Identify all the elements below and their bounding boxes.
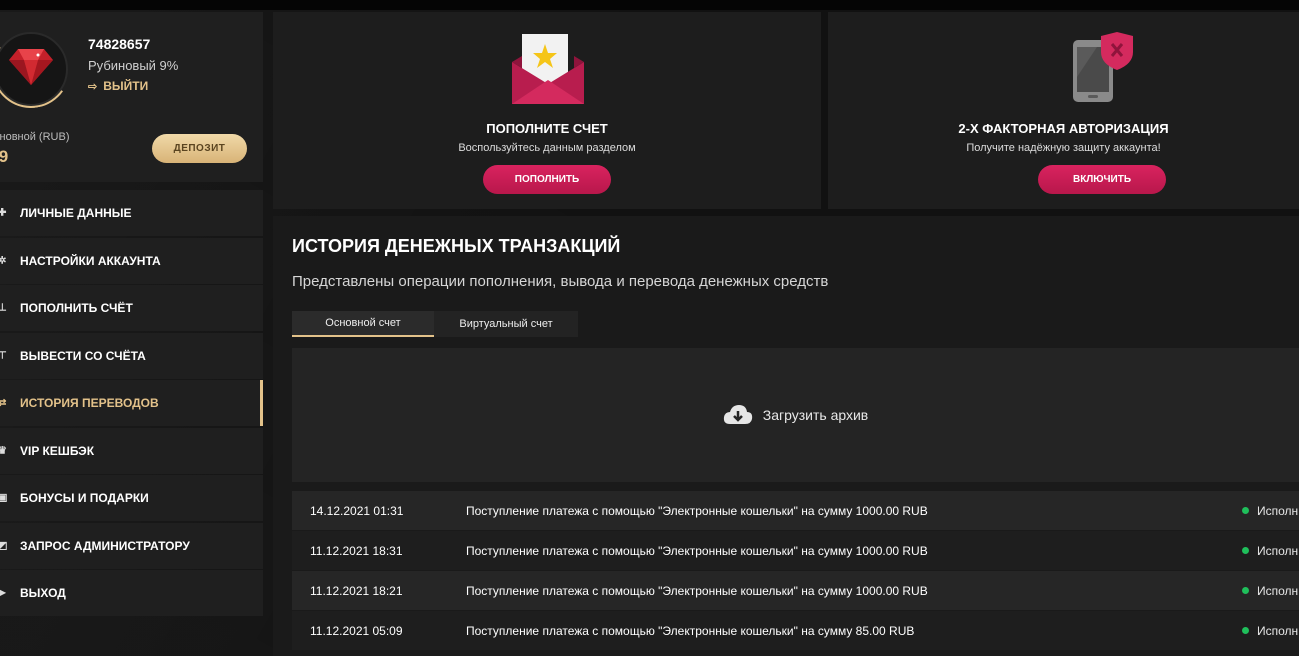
account-tabs: Основной счет Виртуальный счет (292, 311, 578, 337)
download-archive-button[interactable]: Загрузить архив (292, 348, 1299, 482)
sidebar-item-account-settings[interactable]: ✲ НАСТРОЙКИ АККАУНТА (0, 237, 263, 284)
ruby-gem-icon (9, 49, 53, 85)
sidebar-item-label: ВЫХОД (20, 586, 66, 600)
row-date: 14.12.2021 01:31 (310, 503, 404, 518)
sidebar-item-vip-cashback[interactable]: ♛ VIP КЕШБЭК (0, 427, 263, 474)
table-row: 14.12.2021 01:31 Поступление платежа с п… (292, 491, 1299, 530)
gift-icon: ▣ (0, 492, 8, 504)
sidebar-item-label: ИСТОРИЯ ПЕРЕВОДОВ (20, 396, 159, 410)
deposit-icon: ⊥ (0, 302, 7, 314)
account-balance: .9 (0, 147, 9, 166)
sidebar-menu: ✚ ЛИЧНЫЕ ДАННЫЕ ✲ НАСТРОЙКИ АККАУНТА ⊥ П… (0, 190, 263, 618)
envelope-star-icon (512, 34, 584, 104)
gear-icon: ✲ (0, 255, 7, 266)
row-status: Исполн (1242, 544, 1298, 558)
logout-link[interactable]: ⇨ ВЫЙТИ (88, 79, 148, 93)
twofa-promo-card: 2-Х ФАКТОРНАЯ АВТОРИЗАЦИЯ Получите надёж… (828, 12, 1299, 209)
phone-shield-icon (1073, 32, 1133, 102)
sidebar-item-deposit[interactable]: ⊥ ПОПОЛНИТЬ СЧЁТ (0, 285, 263, 331)
row-description: Поступление платежа с помощью "Электронн… (466, 583, 928, 598)
row-status: Исполн (1242, 624, 1298, 638)
deposit-button[interactable]: ДЕПОЗИТ (152, 134, 247, 163)
sidebar-item-label: ЛИЧНЫЕ ДАННЫЕ (20, 206, 132, 220)
sidebar-item-label: ПОПОЛНИТЬ СЧЁТ (20, 301, 133, 315)
sidebar-item-exit[interactable]: ▶ ВЫХОД (0, 570, 263, 616)
row-date: 11.12.2021 05:09 (310, 623, 403, 638)
user-id: 74828657 (88, 36, 151, 52)
sidebar-item-bonuses[interactable]: ▣ БОНУСЫ И ПОДАРКИ (0, 475, 263, 521)
sidebar-item-transfer-history[interactable]: ⇄ ИСТОРИЯ ПЕРЕВОДОВ (0, 380, 263, 426)
top-strip (0, 0, 1299, 10)
row-description: Поступление платежа с помощью "Электронн… (466, 623, 915, 638)
sidebar-item-personal-data[interactable]: ✚ ЛИЧНЫЕ ДАННЫЕ (0, 190, 263, 236)
sidebar-item-label: ЗАПРОС АДМИНИСТРАТОРУ (20, 538, 190, 553)
deposit-promo-card: ПОПОЛНИТЕ СЧЕТ Воспользуйтесь данным раз… (273, 12, 821, 209)
crown-icon: ♛ (0, 445, 7, 456)
user-rank: Рубиновый 9% (88, 58, 179, 73)
row-status-label: Исполн (1257, 583, 1299, 598)
cloud-download-icon (723, 405, 752, 424)
row-status-label: Исполн (1257, 623, 1299, 638)
status-dot-icon (1242, 627, 1249, 634)
row-status-label: Исполн (1257, 543, 1299, 558)
account-label: сновной (RUB) (0, 131, 70, 143)
twofa-card-subtitle: Получите надёжную защиту аккаунта! (966, 142, 1161, 154)
sidebar-item-label: БОНУСЫ И ПОДАРКИ (20, 491, 149, 505)
sidebar-item-label: VIP КЕШБЭК (20, 443, 95, 458)
logout-icon: ⇨ (88, 80, 98, 93)
sidebar-item-admin-request[interactable]: ◩ ЗАПРОС АДМИНИСТРАТОРУ (0, 522, 263, 569)
deposit-card-title: ПОПОЛНИТЕ СЧЕТ (486, 121, 608, 136)
transactions-panel: ИСТОРИЯ ДЕНЕЖНЫХ ТРАНЗАКЦИЙ Представлены… (273, 216, 1299, 656)
row-description: Поступление платежа с помощью "Электронн… (466, 543, 928, 558)
status-dot-icon (1242, 587, 1249, 594)
table-row: 11.12.2021 05:09 Поступление платежа с п… (292, 611, 1299, 650)
user-plus-icon: ✚ (0, 207, 7, 219)
sidebar-item-withdraw[interactable]: ⊤ ВЫВЕСТИ СО СЧЁТА (0, 332, 263, 379)
page-subtitle: Представлены операции пополнения, вывода… (292, 273, 829, 290)
tab-main-account[interactable]: Основной счет (292, 311, 434, 337)
mail-icon: ◩ (0, 540, 8, 551)
exit-icon: ▶ (0, 587, 6, 599)
sidebar-item-label: ВЫВЕСТИ СО СЧЁТА (20, 348, 146, 363)
row-status: Исполн (1242, 504, 1298, 518)
status-dot-icon (1242, 547, 1249, 554)
transactions-table: 14.12.2021 01:31 Поступление платежа с п… (292, 491, 1299, 651)
row-description: Поступление платежа с помощью "Электронн… (466, 503, 928, 518)
table-row: 11.12.2021 18:31 Поступление платежа с п… (292, 531, 1299, 570)
row-status: Исполн (1242, 584, 1298, 598)
twofa-enable-button[interactable]: ВКЛЮЧИТЬ (1038, 165, 1166, 194)
transfer-icon: ⇄ (0, 397, 7, 409)
status-dot-icon (1242, 507, 1249, 514)
download-archive-label: Загрузить архив (762, 407, 869, 423)
withdraw-icon: ⊤ (0, 350, 7, 361)
profile-panel: 74828657 Рубиновый 9% ⇨ ВЫЙТИ сновной (R… (0, 12, 263, 182)
table-row: 11.12.2021 18:21 Поступление платежа с п… (292, 571, 1299, 610)
row-date: 11.12.2021 18:31 (310, 543, 403, 558)
sidebar-item-label: НАСТРОЙКИ АККАУНТА (20, 253, 161, 268)
page-title: ИСТОРИЯ ДЕНЕЖНЫХ ТРАНЗАКЦИЙ (292, 236, 621, 256)
row-status-label: Исполн (1257, 503, 1299, 518)
twofa-card-title: 2-Х ФАКТОРНАЯ АВТОРИЗАЦИЯ (958, 121, 1169, 136)
deposit-card-button[interactable]: ПОПОЛНИТЬ (483, 165, 611, 194)
logout-label: ВЫЙТИ (103, 79, 149, 93)
deposit-card-subtitle: Воспользуйтесь данным разделом (458, 142, 636, 154)
tab-virtual-account[interactable]: Виртуальный счет (434, 311, 578, 337)
row-date: 11.12.2021 18:21 (310, 583, 403, 598)
